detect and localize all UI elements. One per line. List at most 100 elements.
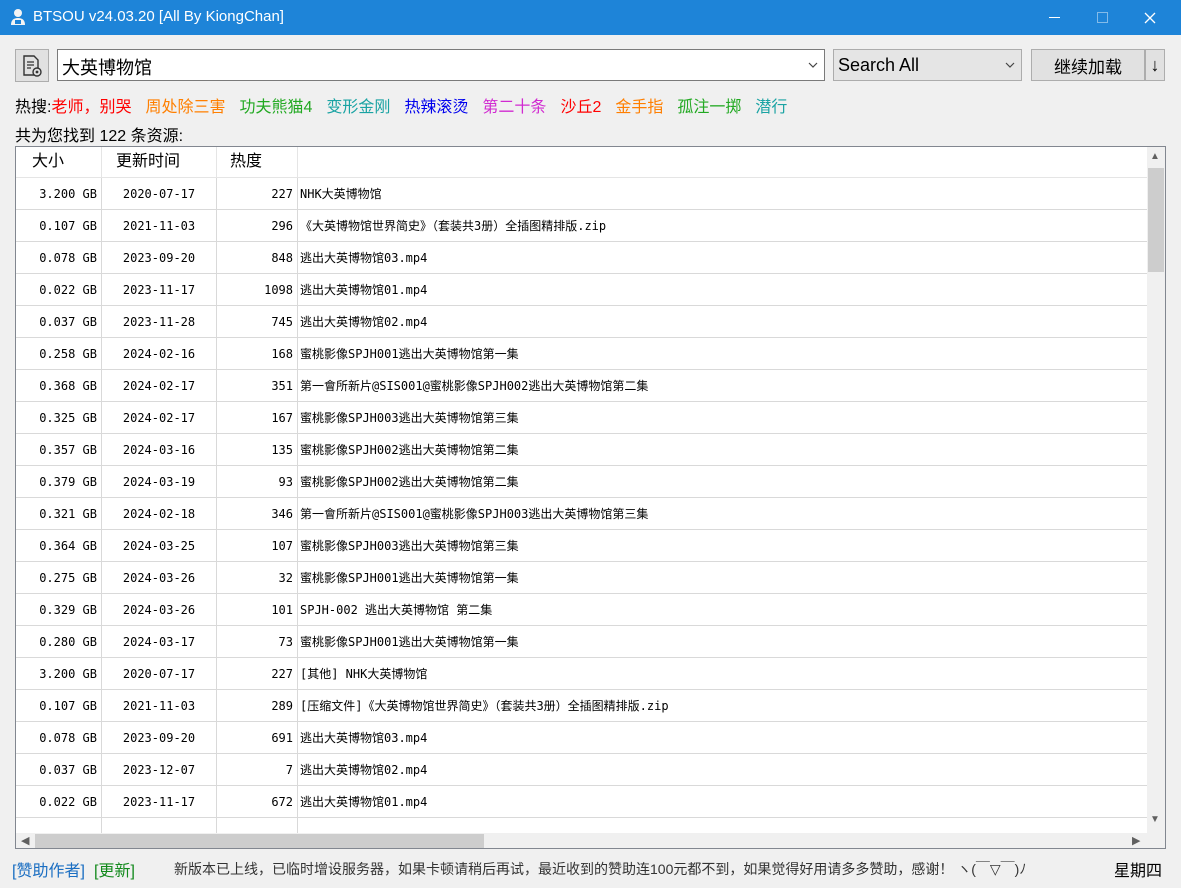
status-notice: 新版本已上线，已临时增设服务器，如果卡顿请稍后再试，最近收到的赞助连100元都不… bbox=[174, 861, 1027, 877]
hot-search-item[interactable]: 周处除三害 bbox=[145, 99, 225, 116]
table-row[interactable]: 0.107 GB 2021-11-03 289 [压缩文件]《大英博物馆世界简史》（套… bbox=[16, 690, 1147, 722]
vertical-scrollbar[interactable]: ▲ ▼ bbox=[1147, 147, 1165, 833]
title-bar: BTSOU v24.03.20 [All By KiongChan] bbox=[0, 0, 1181, 35]
cell-size: 0.078 GB bbox=[16, 722, 102, 754]
table-row[interactable]: 0.022 GB 2023-11-17 672 逃出大英博物馆01.mp4 bbox=[16, 786, 1147, 818]
sort-arrow-button[interactable]: ↓ bbox=[1145, 49, 1165, 81]
cell-heat: 107 bbox=[217, 530, 298, 562]
table-row[interactable] bbox=[16, 818, 1147, 833]
cell-heat: 289 bbox=[217, 690, 298, 722]
column-header-heat[interactable]: 热度 bbox=[217, 147, 298, 178]
hot-search-item[interactable]: 沙丘2 bbox=[560, 99, 601, 116]
hot-search-item[interactable]: 孤注一掷 bbox=[677, 99, 741, 116]
cell-date: 2023-09-20 bbox=[102, 242, 217, 274]
cell-size bbox=[16, 818, 102, 833]
chevron-down-icon[interactable] bbox=[808, 61, 818, 69]
search-input[interactable]: 大英博物馆 bbox=[57, 49, 825, 81]
cell-heat: 346 bbox=[217, 498, 298, 530]
cell-date: 2024-02-18 bbox=[102, 498, 217, 530]
scrollbar-corner bbox=[1147, 833, 1165, 848]
cell-heat: 32 bbox=[217, 562, 298, 594]
table-row[interactable]: 3.200 GB 2020-07-17 227 NHK大英博物馆 bbox=[16, 178, 1147, 210]
cell-size: 0.275 GB bbox=[16, 562, 102, 594]
close-button[interactable] bbox=[1127, 0, 1173, 35]
cell-size: 0.379 GB bbox=[16, 466, 102, 498]
table-row[interactable]: 0.329 GB 2024-03-26 101 SPJH-002 逃出大英博物馆 第二… bbox=[16, 594, 1147, 626]
table-row[interactable]: 0.037 GB 2023-11-28 745 逃出大英博物馆02.mp4 bbox=[16, 306, 1147, 338]
update-link[interactable]: [更新] bbox=[94, 857, 135, 881]
cell-heat: 227 bbox=[217, 658, 298, 690]
hot-search-label: 热搜: bbox=[15, 99, 52, 116]
cell-name: [其他] NHK大英博物馆 bbox=[300, 667, 428, 681]
table-row[interactable]: 0.280 GB 2024-03-17 73 蜜桃影像SPJH001逃出大英博物馆第一… bbox=[16, 626, 1147, 658]
table-row[interactable]: 0.379 GB 2024-03-19 93 蜜桃影像SPJH002逃出大英博物馆第二… bbox=[16, 466, 1147, 498]
table-row[interactable]: 0.078 GB 2023-09-20 848 逃出大英博物馆03.mp4 bbox=[16, 242, 1147, 274]
cell-name: 蜜桃影像SPJH001逃出大英博物馆第一集 bbox=[300, 571, 519, 585]
table-row[interactable]: 0.078 GB 2023-09-20 691 逃出大英博物馆03.mp4 bbox=[16, 722, 1147, 754]
table-body: 3.200 GB 2020-07-17 227 NHK大英博物馆 0.107 GB 202… bbox=[16, 178, 1147, 833]
donate-link[interactable]: [赞助作者] bbox=[12, 857, 85, 881]
scroll-left-icon[interactable]: ◀ bbox=[21, 834, 29, 847]
cell-name bbox=[298, 818, 1147, 833]
cell-date bbox=[102, 818, 217, 833]
table-header: 大小 更新时间 热度 bbox=[16, 147, 1147, 178]
hot-search-item[interactable]: 功夫熊猫4 bbox=[239, 99, 312, 116]
table-row[interactable]: 0.258 GB 2024-02-16 168 蜜桃影像SPJH001逃出大英博物馆第… bbox=[16, 338, 1147, 370]
cell-size: 0.037 GB bbox=[16, 754, 102, 786]
cell-size: 0.022 GB bbox=[16, 786, 102, 818]
cell-date: 2020-07-17 bbox=[102, 658, 217, 690]
cell-date: 2024-03-17 bbox=[102, 626, 217, 658]
cell-size: 0.258 GB bbox=[16, 338, 102, 370]
cell-date: 2023-11-17 bbox=[102, 274, 217, 306]
cell-heat: 691 bbox=[217, 722, 298, 754]
cell-size: 3.200 GB bbox=[16, 178, 102, 210]
hot-search-item[interactable]: 变形金刚 bbox=[326, 99, 390, 116]
cell-size: 0.357 GB bbox=[16, 434, 102, 466]
hot-search-item[interactable]: 金手指 bbox=[615, 99, 663, 116]
cell-heat: 101 bbox=[217, 594, 298, 626]
cell-name: 逃出大英博物馆02.mp4 bbox=[300, 763, 428, 777]
maximize-icon bbox=[1096, 12, 1108, 23]
results-table: 大小 更新时间 热度 3.200 GB 2020-07-17 227 NHK大英博物馆… bbox=[15, 146, 1166, 849]
table-row[interactable]: 0.325 GB 2024-02-17 167 蜜桃影像SPJH003逃出大英博物馆第… bbox=[16, 402, 1147, 434]
table-row[interactable]: 0.321 GB 2024-02-18 346 第一會所新片@SIS001@蜜桃影像S… bbox=[16, 498, 1147, 530]
horizontal-scrollbar[interactable]: ◀ ▶ bbox=[16, 833, 1147, 848]
hot-search-item[interactable]: 潜行 bbox=[755, 99, 787, 116]
cell-name: 逃出大英博物馆03.mp4 bbox=[300, 731, 428, 745]
cell-date: 2024-02-17 bbox=[102, 370, 217, 402]
scroll-down-icon[interactable]: ▼ bbox=[1150, 814, 1160, 825]
column-header-date[interactable]: 更新时间 bbox=[102, 147, 217, 178]
scroll-up-icon[interactable]: ▲ bbox=[1150, 151, 1160, 162]
table-row[interactable]: 0.368 GB 2024-02-17 351 第一會所新片@SIS001@蜜桃影像S… bbox=[16, 370, 1147, 402]
hot-search-item[interactable]: 第二十条 bbox=[482, 99, 546, 116]
cell-size: 3.200 GB bbox=[16, 658, 102, 690]
load-more-button[interactable]: 继续加载 bbox=[1031, 49, 1145, 81]
horizontal-scroll-thumb[interactable] bbox=[35, 834, 484, 848]
document-settings-icon bbox=[23, 54, 42, 77]
cell-size: 0.321 GB bbox=[16, 498, 102, 530]
hot-search-item[interactable]: 老师，别哭 bbox=[51, 99, 131, 116]
vertical-scroll-thumb[interactable] bbox=[1148, 168, 1164, 272]
table-row[interactable]: 0.357 GB 2024-03-16 135 蜜桃影像SPJH002逃出大英博物馆第… bbox=[16, 434, 1147, 466]
hot-search-bar: 热搜:老师，别哭 周处除三害 功夫熊猫4 变形金刚 热辣滚烫 第二十条 沙丘2 金手指 孤注一掷… bbox=[15, 93, 815, 116]
close-icon bbox=[1144, 12, 1156, 23]
scroll-right-icon[interactable]: ▶ bbox=[1132, 834, 1140, 847]
table-row[interactable]: 0.037 GB 2023-12-07 7 逃出大英博物馆02.mp4 bbox=[16, 754, 1147, 786]
result-count: 共为您找到 122 条资源: bbox=[15, 128, 184, 145]
minimize-button[interactable] bbox=[1031, 0, 1077, 35]
table-row[interactable]: 0.275 GB 2024-03-26 32 蜜桃影像SPJH001逃出大英博物馆第一… bbox=[16, 562, 1147, 594]
tool-button[interactable] bbox=[15, 49, 49, 82]
cell-name: 《大英博物馆世界简史》（套装共3册）全插图精排版.zip bbox=[300, 219, 607, 233]
table-row[interactable]: 3.200 GB 2020-07-17 227 [其他] NHK大英博物馆 bbox=[16, 658, 1147, 690]
table-row[interactable]: 0.107 GB 2021-11-03 296 《大英博物馆世界简史》（套装共3册）全… bbox=[16, 210, 1147, 242]
search-scope-select[interactable]: Search All bbox=[833, 49, 1022, 81]
table-row[interactable]: 0.022 GB 2023-11-17 1098 逃出大英博物馆01.mp4 bbox=[16, 274, 1147, 306]
cell-name: 蜜桃影像SPJH003逃出大英博物馆第三集 bbox=[300, 539, 519, 553]
cell-name: [压缩文件]《大英博物馆世界简史》（套装共3册）全插图精排版.zip bbox=[300, 699, 669, 713]
column-header-size[interactable]: 大小 bbox=[16, 147, 102, 178]
table-row[interactable]: 0.364 GB 2024-03-25 107 蜜桃影像SPJH003逃出大英博物馆第… bbox=[16, 530, 1147, 562]
cell-heat: 135 bbox=[217, 434, 298, 466]
cell-size: 0.280 GB bbox=[16, 626, 102, 658]
maximize-button[interactable] bbox=[1079, 0, 1125, 35]
hot-search-item[interactable]: 热辣滚烫 bbox=[404, 99, 468, 116]
